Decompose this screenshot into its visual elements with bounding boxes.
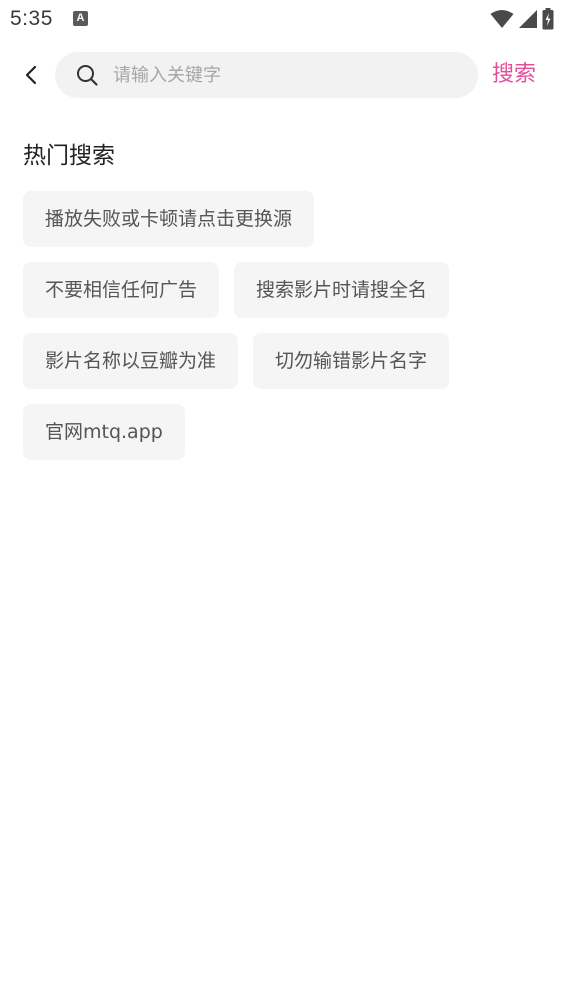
search-header: 搜索: [0, 52, 564, 98]
hot-search-tag[interactable]: 搜索影片时请搜全名: [234, 262, 450, 318]
hot-search-tag[interactable]: 不要相信任何广告: [23, 262, 220, 318]
hot-search-tag[interactable]: 影片名称以豆瓣为准: [23, 333, 239, 389]
wifi-icon: [490, 10, 514, 28]
status-time: 5:35: [10, 7, 53, 30]
hot-search-tag[interactable]: 官网mtq.app: [23, 404, 185, 460]
battery-charging-icon: [542, 8, 554, 30]
search-box[interactable]: [55, 52, 478, 98]
chevron-left-icon: [25, 65, 37, 85]
tag-row: 影片名称以豆瓣为准 切勿输错影片名字: [23, 333, 543, 389]
search-icon: [77, 65, 98, 86]
search-button[interactable]: 搜索: [492, 59, 536, 91]
tag-row: 不要相信任何广告 搜索影片时请搜全名: [23, 262, 543, 318]
tag-row: 播放失败或卡顿请点击更换源: [23, 191, 543, 247]
a-icon: A: [73, 11, 88, 26]
hot-search-tag[interactable]: 播放失败或卡顿请点击更换源: [23, 191, 315, 247]
hot-search-tags: 播放失败或卡顿请点击更换源 不要相信任何广告 搜索影片时请搜全名 影片名称以豆瓣…: [23, 191, 543, 475]
search-input[interactable]: [113, 52, 463, 98]
cellular-signal-icon: [519, 10, 537, 28]
back-button[interactable]: [16, 59, 48, 91]
status-icons: [490, 8, 554, 30]
status-bar: 5:35 A: [0, 0, 564, 38]
tag-row: 官网mtq.app: [23, 404, 543, 460]
hot-search-tag[interactable]: 切勿输错影片名字: [253, 333, 450, 389]
hot-search-title: 热门搜索: [23, 143, 115, 169]
